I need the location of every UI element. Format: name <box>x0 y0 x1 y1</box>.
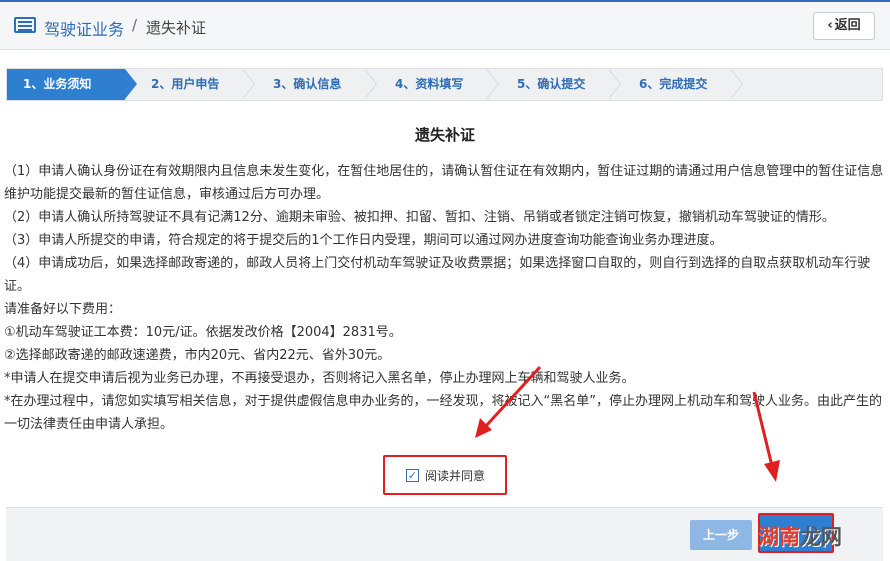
step-2: 2、用户申告 <box>151 77 220 91</box>
back-button[interactable]: ‹ 返回 <box>813 12 875 40</box>
breadcrumb-root[interactable]: 驾驶证业务 <box>44 16 124 40</box>
step-divider <box>486 69 501 100</box>
notice-paragraph: ②选择邮政寄递的邮政速递费，市内20元、省内22元、省外30元。 <box>4 348 391 363</box>
notice-paragraph: 请准备好以下费用： <box>4 302 122 317</box>
step-6: 6、完成提交 <box>639 77 708 91</box>
breadcrumb-separator: / <box>132 16 138 34</box>
notice-paragraph: （2）申请人确认所持驾驶证不具有记满12分、逾期未审验、被扣押、扣留、暂扣、注销… <box>4 210 835 225</box>
step-5: 5、确认提交 <box>517 77 586 91</box>
agree-checkbox-group[interactable]: ✓ 阅读并同意 <box>383 455 507 495</box>
agree-label[interactable]: 阅读并同意 <box>425 467 485 484</box>
breadcrumb-current: 遗失补证 <box>146 19 207 37</box>
step-divider <box>608 69 623 100</box>
page-header: 驾驶证业务 / 遗失补证 ‹ 返回 <box>0 0 890 50</box>
notice-paragraph: ①机动车驾驶证工本费：10元/证。依据发改价格【2004】2831号。 <box>4 325 402 340</box>
list-icon <box>14 17 36 33</box>
site-watermark: 湖南龙网 <box>758 525 842 549</box>
notice-title: 遗失补证 <box>414 126 475 144</box>
notice-paragraph: （4）申请成功后，如果选择邮政寄递的，邮政人员将上门交付机动车驾驶证及收费票据；… <box>4 256 871 294</box>
chevron-left-icon: ‹ <box>827 18 833 33</box>
prev-step-button[interactable]: 上一步 <box>690 520 752 550</box>
notice-paragraph: （1）申请人确认身份证在有效期限内且信息未发生变化，在暂住地居住的，请确认暂住证… <box>4 164 884 202</box>
notice-paragraph: *申请人在提交申请后视为业务已办理，不再接受退办，否则将记入黑名单，停止办理网上… <box>4 371 635 386</box>
notice-paragraph: （3）申请人所提交的申请，符合规定的将于提交后的1个工作日内受理，期间可以通过网… <box>4 233 723 248</box>
notice-body: （1）申请人确认身份证在有效期限内且信息未发生变化，在暂住地居住的，请确认暂住证… <box>4 160 884 436</box>
agree-checkbox[interactable]: ✓ <box>406 469 419 482</box>
step-divider <box>242 69 257 100</box>
step-divider <box>364 69 379 100</box>
step-1: 1、业务须知 <box>7 69 137 100</box>
footer-bar: 上一步 <box>6 507 883 561</box>
step-progress-bar: 1、业务须知 2、用户申告 3、确认信息 4、资料填写 5、确认提交 6、完成提… <box>6 68 883 101</box>
step-divider <box>730 69 745 100</box>
step-3: 3、确认信息 <box>273 77 342 91</box>
back-label: 返回 <box>834 18 861 33</box>
notice-paragraph: *在办理过程中，请您如实填写相关信息，对于提供虚假信息申办业务的，一经发现，将被… <box>4 394 882 432</box>
step-4: 4、资料填写 <box>395 77 464 91</box>
